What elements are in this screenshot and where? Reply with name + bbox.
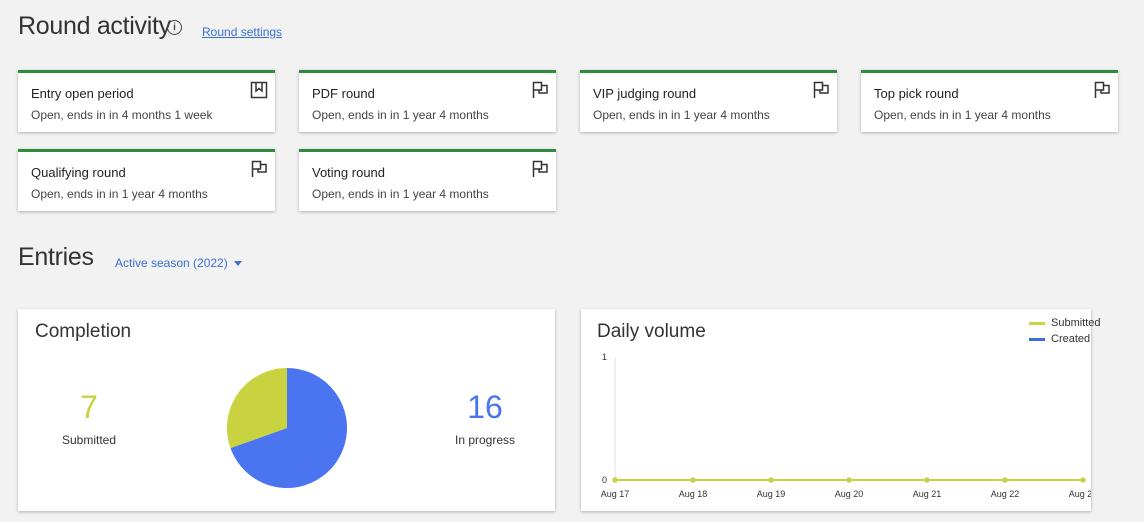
y-tick-label: 0 — [602, 475, 607, 485]
data-point-submitted[interactable] — [846, 477, 852, 483]
season-dropdown-label: Active season (2022) — [115, 256, 228, 270]
x-tick-label: Aug 17 — [601, 489, 630, 499]
round-card-title: VIP judging round — [593, 86, 697, 101]
flag-icon — [532, 160, 548, 177]
entries-title: Entries — [18, 243, 94, 271]
round-card-status: Open, ends in in 1 year 4 months — [874, 108, 1051, 122]
x-tick-label: Aug 19 — [757, 489, 786, 499]
round-card-status: Open, ends in in 1 year 4 months — [312, 108, 489, 122]
data-point-submitted[interactable] — [1080, 477, 1086, 483]
round-card-entry-open-period[interactable]: Entry open period Open, ends in in 4 mon… — [18, 70, 275, 132]
submitted-count: 7 — [80, 389, 98, 425]
completion-panel: Completion 7 Submitted 16 In progress — [18, 309, 555, 511]
x-tick-label: Aug 22 — [991, 489, 1020, 499]
daily-volume-line-chart: 0 1 Aug 17 Aug 18 Aug 19 Aug 20 Aug 21 Aug 22 Au… — [601, 352, 1091, 499]
round-card-status: Open, ends in in 1 year 4 months — [312, 187, 489, 201]
data-point-submitted[interactable] — [612, 477, 618, 483]
round-card-title: Voting round — [312, 165, 386, 180]
round-card-title: Entry open period — [31, 86, 134, 101]
round-card-title: Qualifying round — [31, 165, 126, 180]
season-dropdown[interactable]: Active season (2022) — [115, 256, 242, 270]
round-activity-title: Round activity — [18, 12, 171, 40]
y-tick-label: 1 — [602, 352, 607, 362]
round-card-top-pick-round[interactable]: Top pick round Open, ends in in 1 year 4… — [861, 70, 1118, 132]
x-tick-label: Aug 18 — [679, 489, 708, 499]
round-card-status: Open, ends in in 4 months 1 week — [31, 108, 213, 122]
x-tick-label: Aug 23 — [1069, 489, 1091, 499]
round-card-qualifying-round[interactable]: Qualifying round Open, ends in in 1 year… — [18, 149, 275, 211]
data-point-submitted[interactable] — [768, 477, 774, 483]
round-card-status: Open, ends in in 1 year 4 months — [593, 108, 770, 122]
in-progress-count: 16 — [467, 389, 503, 425]
in-progress-label: In progress — [454, 433, 516, 447]
data-point-submitted[interactable] — [690, 477, 696, 483]
daily-volume-panel: Daily volume Submitted Created 0 1 Aug 17 A… — [581, 309, 1101, 511]
flag-icon — [251, 160, 267, 177]
round-settings-link[interactable]: Round settings — [202, 25, 282, 39]
submitted-label: Submitted — [61, 433, 117, 447]
info-icon[interactable]: i — [167, 20, 182, 35]
round-card-title: Top pick round — [874, 86, 959, 101]
data-point-submitted[interactable] — [1002, 477, 1008, 483]
completion-title: Completion — [35, 321, 132, 342]
flag-icon — [813, 81, 829, 98]
round-card-vip-judging-round[interactable]: VIP judging round Open, ends in in 1 yea… — [580, 70, 837, 132]
round-card-status: Open, ends in in 1 year 4 months — [31, 187, 208, 201]
flag-icon — [532, 81, 548, 98]
bookmark-icon — [250, 81, 268, 99]
round-card-title: PDF round — [312, 86, 375, 101]
data-point-submitted[interactable] — [924, 477, 930, 483]
caret-down-icon — [233, 261, 242, 267]
round-card-pdf-round[interactable]: PDF round Open, ends in in 1 year 4 mont… — [299, 70, 556, 132]
x-tick-label: Aug 20 — [835, 489, 864, 499]
flag-icon — [1094, 81, 1110, 98]
round-card-voting-round[interactable]: Voting round Open, ends in in 1 year 4 m… — [299, 149, 556, 211]
completion-pie-chart — [227, 368, 347, 488]
x-tick-label: Aug 21 — [913, 489, 942, 499]
